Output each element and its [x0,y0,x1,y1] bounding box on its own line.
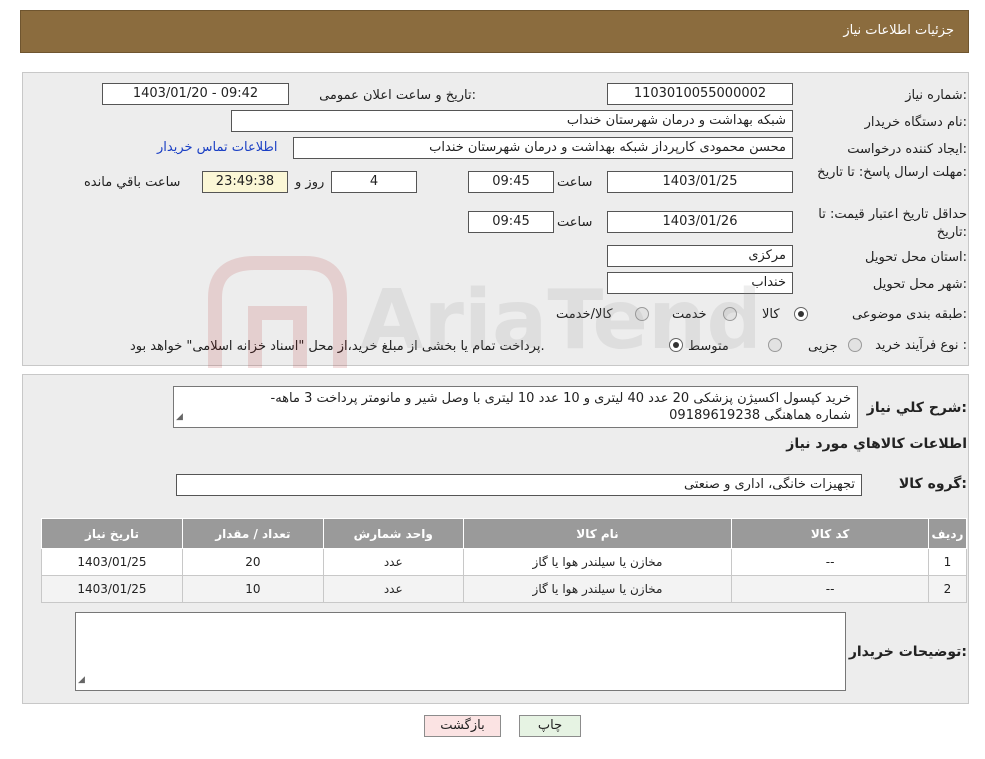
announce-label: تاریخ و ساعت اعلان عمومی: [319,88,476,103]
days-remaining-field: 4 [331,171,417,193]
print-button[interactable]: چاپ [519,715,581,737]
cell-date: 1403/01/25 [41,575,183,603]
process-minor-radio[interactable] [848,338,862,352]
page-header: جزئیات اطلاعات نیاز [20,10,969,53]
col-name: نام کالا [462,518,733,549]
summary-label: شرح کلي نياز: [866,400,967,416]
price-validity-label: حداقل تاریخ اعتبار قیمت: تا تاریخ: [818,207,967,240]
category-goods-label: کالا [762,307,780,322]
payment-treasury-radio[interactable] [669,338,683,352]
col-unit: واحد شمارش [322,518,464,549]
city-field: خنداب [607,272,793,294]
category-goods-service-radio[interactable] [635,307,649,321]
category-goods-service-label: کالا/خدمت [556,307,613,322]
remaining-time-label: ساعت باقي مانده [84,175,181,190]
buyer-notes-label: توضیحات خریدار: [848,644,967,660]
buyer-org-field: شبکه بهداشت و درمان شهرستان خنداب [231,110,793,132]
goods-table: ردیف کد کالا نام کالا واحد شمارش تعداد /… [41,518,968,603]
table-row: 1 -- مخازن یا سیلندر هوا یا گاز عدد 20 1… [41,548,968,576]
col-qty: تعداد / مقدار [181,518,324,549]
process-minor-label: جزیی [808,339,838,354]
buyer-org-label: نام دستگاه خریدار: [864,115,967,130]
summary-textarea[interactable]: خرید کپسول اکسیژن پزشکی 20 عدد 40 لیتری … [173,386,858,428]
cell-date: 1403/01/25 [41,548,183,576]
cell-qty: 20 [181,548,324,576]
cell-unit: عدد [322,548,464,576]
cell-name: مخازن یا سیلندر هوا یا گاز [462,575,733,603]
category-label: طبقه بندی موضوعی: [851,307,967,322]
reply-date-field: 1403/01/25 [607,171,793,193]
cell-unit: عدد [322,575,464,603]
price-time-label: ساعت [557,215,593,230]
resize-grip-icon[interactable]: ◢ [176,409,183,426]
process-label: نوع فرآیند خرید : [875,338,967,353]
cell-qty: 10 [181,575,324,603]
col-date: تاریخ نیاز [41,518,183,549]
category-goods-radio[interactable] [794,307,808,321]
buyer-contact-link[interactable]: اطلاعات تماس خریدار [157,140,277,155]
price-time-field: 09:45 [468,211,554,233]
goods-info-title: اطلاعات کالاهاي مورد نياز [786,436,967,452]
province-field: مرکزی [607,245,793,267]
category-service-radio[interactable] [723,307,737,321]
cell-row: 2 [927,575,968,603]
resize-grip-icon[interactable]: ◢ [78,672,85,689]
reply-deadline-label: مهلت ارسال پاسخ: تا تاریخ: [817,165,967,180]
cell-code: -- [731,548,929,576]
back-button[interactable]: بازگشت [424,715,501,737]
city-label: شهر محل تحویل: [872,277,967,292]
cell-name: مخازن یا سیلندر هوا یا گاز [462,548,733,576]
price-date-field: 1403/01/26 [607,211,793,233]
payment-treasury-note: پرداخت تمام یا بخشی از مبلغ خرید،از محل … [130,339,545,354]
province-label: استان محل تحویل: [865,250,967,265]
requester-field: محسن محمودی کارپرداز شبکه بهداشت و درمان… [293,137,793,159]
process-medium-radio[interactable] [768,338,782,352]
requester-label: ایجاد کننده درخواست: [847,142,967,157]
buyer-notes-textarea[interactable]: ◢ [75,612,846,691]
days-label: روز و [295,175,325,190]
page-title: جزئیات اطلاعات نیاز [843,23,954,38]
table-row: 2 -- مخازن یا سیلندر هوا یا گاز عدد 10 1… [41,575,968,603]
summary-line-2: شماره هماهنگی 09189619238 [669,408,851,423]
col-row: ردیف [927,518,968,549]
announce-datetime-field: 1403/01/20 - 09:42 [102,83,289,105]
goods-group-label: گروه کالا: [898,476,967,492]
cell-code: -- [731,575,929,603]
summary-line-1: خرید کپسول اکسیژن پزشکی 20 عدد 40 لیتری … [270,391,852,406]
reply-time-field: 09:45 [468,171,554,193]
cell-row: 1 [927,548,968,576]
process-medium-label: متوسط [688,339,729,354]
col-code: کد کالا [731,518,929,549]
remaining-time-field: 23:49:38 [202,171,288,193]
goods-table-header: ردیف کد کالا نام کالا واحد شمارش تعداد /… [41,518,968,549]
category-service-label: خدمت [672,307,707,322]
need-number-label: شماره نیاز: [905,88,967,103]
reply-time-label: ساعت [557,175,593,190]
need-number-field: 1103010055000002 [607,83,793,105]
goods-group-field: تجهیزات خانگی، اداری و صنعتی [176,474,862,496]
